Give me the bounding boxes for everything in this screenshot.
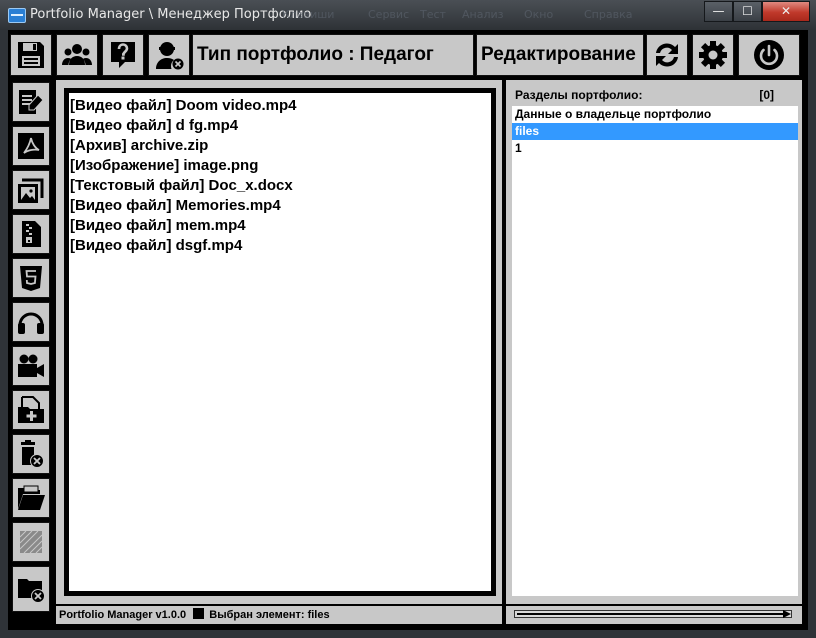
list-item[interactable]: [Видео файл] dsgf.mp4 bbox=[70, 236, 490, 256]
sections-title: Разделы портфолио: bbox=[515, 88, 643, 102]
menu-item[interactable]: Тест bbox=[420, 8, 446, 21]
sidebar-delete-file-button[interactable] bbox=[12, 434, 50, 474]
progress-track bbox=[514, 610, 792, 618]
sidebar-audio-button[interactable] bbox=[12, 302, 50, 342]
title-bar[interactable]: Portfolio Manager \ Менеджер Портфолио К… bbox=[0, 0, 816, 30]
images-icon bbox=[18, 178, 44, 203]
user-delete-button[interactable] bbox=[148, 34, 190, 76]
section-item[interactable]: 1 bbox=[512, 140, 798, 157]
open-folder-icon bbox=[18, 485, 45, 510]
power-icon bbox=[754, 40, 784, 70]
disabled-icon bbox=[19, 530, 43, 554]
maximize-button[interactable]: ☐ bbox=[733, 1, 762, 22]
menu-item[interactable]: Клавиши bbox=[282, 8, 334, 21]
status-version: Portfolio Manager v1.0.0 bbox=[59, 609, 187, 621]
html5-icon bbox=[20, 266, 42, 291]
gear-icon bbox=[699, 41, 727, 69]
help-button[interactable] bbox=[102, 34, 144, 76]
sidebar-video-button[interactable] bbox=[12, 346, 50, 386]
delete-folder-icon bbox=[18, 579, 45, 603]
edit-document-icon bbox=[19, 90, 44, 114]
sections-list[interactable]: Данные о владельце портфолио files 1 bbox=[512, 106, 798, 596]
archive-icon bbox=[22, 221, 41, 247]
sidebar-images-button[interactable] bbox=[12, 170, 50, 210]
menu-item[interactable]: Справка bbox=[584, 8, 632, 21]
add-file-icon bbox=[18, 396, 44, 423]
sidebar-archive-button[interactable] bbox=[12, 214, 50, 254]
menu-item[interactable]: Окно bbox=[524, 8, 553, 21]
sidebar-open-folder-button[interactable] bbox=[12, 478, 50, 518]
menu-item[interactable]: Анализ bbox=[462, 8, 504, 21]
save-icon bbox=[18, 42, 44, 68]
video-camera-icon bbox=[18, 354, 44, 377]
list-item[interactable]: [Видео файл] Doom video.mp4 bbox=[70, 96, 490, 116]
headphones-icon bbox=[18, 312, 44, 334]
users-icon bbox=[62, 44, 92, 65]
sidebar-edit-button[interactable] bbox=[12, 82, 50, 122]
list-item[interactable]: [Текстовый файл] Doc_x.docx bbox=[70, 176, 490, 196]
users-button[interactable] bbox=[56, 34, 98, 76]
app-icon bbox=[8, 8, 26, 23]
menu-item[interactable]: Сервис bbox=[368, 8, 409, 21]
app-window: Portfolio Manager \ Менеджер Портфолио К… bbox=[0, 0, 816, 638]
minimize-button[interactable]: — bbox=[704, 1, 733, 22]
settings-button[interactable] bbox=[692, 34, 734, 76]
list-item[interactable]: [Видео файл] mem.mp4 bbox=[70, 216, 490, 236]
progress-arrow-icon bbox=[783, 610, 791, 618]
sidebar-delete-folder-button[interactable] bbox=[12, 566, 50, 612]
sections-header: Разделы портфолио: [0] bbox=[512, 86, 798, 104]
mode-label: Редактирование bbox=[476, 34, 644, 76]
status-bar: Portfolio Manager v1.0.0 Выбран элемент:… bbox=[56, 606, 502, 624]
save-button[interactable] bbox=[10, 34, 52, 76]
help-icon bbox=[111, 42, 135, 68]
sidebar-disabled-button[interactable] bbox=[12, 522, 50, 562]
window-title: Portfolio Manager \ Менеджер Портфолио bbox=[30, 7, 312, 22]
portfolio-type-label: Тип портфолио : Педагог bbox=[192, 34, 474, 76]
sidebar-html-button[interactable] bbox=[12, 258, 50, 298]
user-remove-icon bbox=[156, 42, 184, 70]
status-bar-right bbox=[506, 606, 802, 624]
client-area: Тип портфолио : Педагог Редактирование [… bbox=[8, 30, 808, 630]
progress-line bbox=[517, 613, 783, 615]
power-button[interactable] bbox=[738, 34, 800, 76]
file-list[interactable]: [Видео файл] Doom video.mp4 [Видео файл]… bbox=[68, 92, 492, 592]
list-item[interactable]: [Изображение] image.png bbox=[70, 156, 490, 176]
refresh-button[interactable] bbox=[646, 34, 688, 76]
pdf-icon bbox=[18, 133, 44, 159]
sidebar-pdf-button[interactable] bbox=[12, 126, 50, 166]
section-item-selected[interactable]: files bbox=[512, 123, 798, 140]
section-item[interactable]: Данные о владельце портфолио bbox=[512, 106, 798, 123]
list-item[interactable]: [Видео файл] d fg.mp4 bbox=[70, 116, 490, 136]
refresh-icon bbox=[656, 43, 678, 67]
list-item[interactable]: [Видео файл] Memories.mp4 bbox=[70, 196, 490, 216]
delete-file-icon bbox=[21, 440, 44, 468]
close-button[interactable]: ✕ bbox=[762, 1, 810, 22]
status-selected: Выбран элемент: files bbox=[209, 609, 330, 621]
list-item[interactable]: [Архив] archive.zip bbox=[70, 136, 490, 156]
sections-count: [0] bbox=[759, 88, 774, 102]
status-indicator bbox=[193, 608, 205, 619]
sidebar-add-file-button[interactable] bbox=[12, 390, 50, 430]
